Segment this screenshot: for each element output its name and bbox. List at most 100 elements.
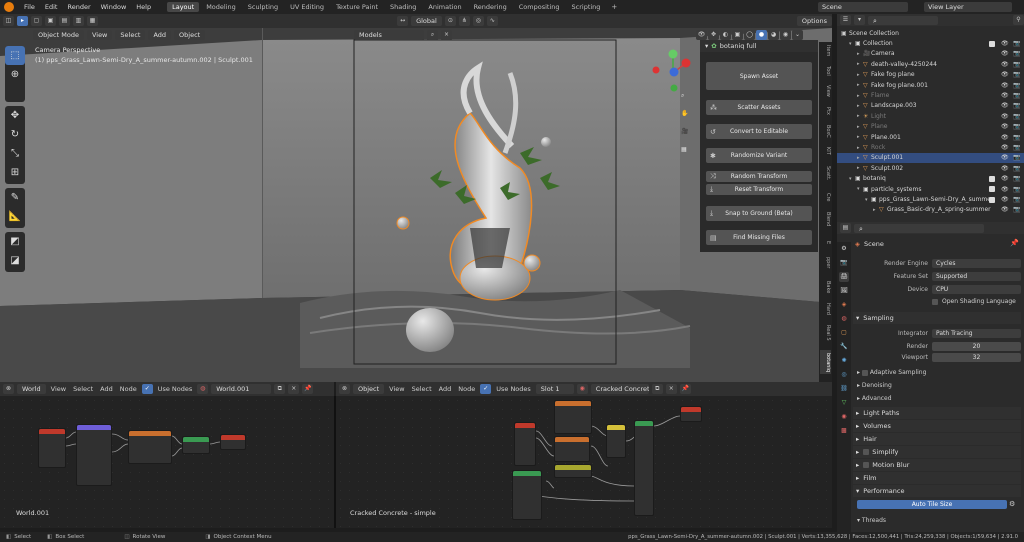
visibility-eye-icon[interactable]: 👁 <box>1001 134 1009 141</box>
outliner-row[interactable]: ▸ ☀ Light 👁 📷 <box>837 111 1024 121</box>
menu-help[interactable]: Help <box>132 3 155 11</box>
render-visibility-icon[interactable]: 📷 <box>1013 102 1020 109</box>
add-workspace-icon[interactable]: + <box>607 3 621 11</box>
mix-node[interactable] <box>606 424 626 458</box>
outliner-row[interactable]: ▾ ▣ pps_Grass_Lawn-Semi-Dry_A_summer 👁 📷 <box>837 194 1024 204</box>
outliner-row[interactable]: ▾ ▣ botaniq 👁 📷 <box>837 174 1024 184</box>
tab-modeling[interactable]: Modeling <box>201 2 241 12</box>
left-menu-node[interactable]: Node <box>118 385 139 393</box>
menu-window[interactable]: Window <box>97 3 131 11</box>
scatter-assets-button[interactable]: ⁂ Scatter Assets <box>706 100 812 115</box>
visibility-eye-icon[interactable]: 👁 <box>1001 92 1009 99</box>
world-shader-type-dropdown[interactable]: World <box>17 384 46 394</box>
transform-tool-icon[interactable]: ⊞ <box>5 163 25 182</box>
performance-panel-header[interactable]: ▾ Performance <box>853 485 1021 497</box>
outliner-row[interactable]: ▸ ▽ Sculpt.001 👁 📷 <box>837 152 1024 164</box>
properties-search-input[interactable]: ⌕ <box>854 223 984 233</box>
visibility-eye-icon[interactable]: 👁 <box>1001 40 1009 47</box>
right-use-nodes-checkbox[interactable]: ✓ <box>480 384 492 394</box>
background-node[interactable] <box>182 436 210 454</box>
visibility-eye-icon[interactable]: 👁 <box>1001 113 1009 120</box>
visibility-eye-icon[interactable]: 👁 <box>1001 186 1009 193</box>
film-panel-header[interactable]: ▸ Film <box>853 472 1021 484</box>
threads-subpanel[interactable]: ▾ Threads <box>857 517 886 524</box>
convert-editable-button[interactable]: ↺ Convert to Editable <box>706 124 812 139</box>
outliner-row[interactable]: ▸ 🎥 Camera 👁 📷 <box>837 49 1024 59</box>
object-shader-type-dropdown[interactable]: Object <box>353 384 385 394</box>
outliner-row[interactable]: ▸ ▽ Sculpt.002 👁 📷 <box>837 163 1024 173</box>
visibility-eye-icon[interactable]: 👁 <box>1001 175 1009 182</box>
outliner-search-input[interactable]: ⌕ <box>868 15 938 25</box>
right-copy-icon[interactable]: ⧉ <box>651 384 663 394</box>
tab-scripting[interactable]: Scripting <box>567 2 606 12</box>
editor-type-icon[interactable]: ◫ <box>3 16 14 26</box>
display-mode-icon[interactable]: ▾ <box>854 15 865 25</box>
tab-boxc[interactable]: BoxC <box>820 122 831 140</box>
denoising-subpanel[interactable]: ▸ Denoising <box>857 382 892 389</box>
tab-compositing[interactable]: Compositing <box>514 2 565 12</box>
scene-tab-icon[interactable]: ◈ <box>839 300 849 310</box>
render-visibility-icon[interactable]: 📷 <box>1013 123 1020 130</box>
random-transform-button[interactable]: ⤨ Random Transform <box>706 171 812 182</box>
visibility-eye-icon[interactable]: 👁 <box>1001 196 1009 203</box>
tab-pper[interactable]: pper <box>820 254 831 272</box>
world-tab-icon[interactable]: ◍ <box>839 314 849 324</box>
texture-tab-icon[interactable]: ▩ <box>839 426 849 436</box>
mode-extend-icon[interactable]: ▣ <box>45 16 56 26</box>
right-menu-select[interactable]: Select <box>410 385 434 393</box>
sampling-panel-header[interactable]: ▾ Sampling <box>853 312 1021 324</box>
tab-uv-editing[interactable]: UV Editing <box>285 2 329 12</box>
visibility-eye-icon[interactable]: 👁 <box>1001 50 1009 57</box>
render-visibility-icon[interactable]: 📷 <box>1013 196 1020 203</box>
light-paths-panel-header[interactable]: ▸ Light Paths <box>853 407 1021 419</box>
material-shading-icon[interactable]: ◕ <box>768 30 779 40</box>
adaptive-sampling-checkbox[interactable] <box>861 369 868 376</box>
material-output-node[interactable] <box>680 406 702 422</box>
right-pin-icon[interactable]: 📌 <box>679 384 691 394</box>
view-layer-tab-icon[interactable]: 🖼 <box>839 286 849 296</box>
menu-file[interactable]: File <box>20 3 39 11</box>
integrator-dropdown[interactable]: Path Tracing <box>932 329 1021 338</box>
left-copy-icon[interactable]: ⧉ <box>274 384 286 394</box>
reset-transform-button[interactable]: ⤓ Reset Transform <box>706 184 812 195</box>
constraints-tab-icon[interactable]: ⛓ <box>839 384 849 394</box>
render-visibility-icon[interactable]: 📷 <box>1013 82 1020 89</box>
render-visibility-icon[interactable]: 📷 <box>1013 40 1020 47</box>
render-visibility-icon[interactable]: 📷 <box>1013 186 1020 193</box>
menu-object[interactable]: Object <box>174 30 206 40</box>
snap-icon[interactable]: ⋔ <box>458 16 470 26</box>
render-visibility-icon[interactable]: 📷 <box>1013 206 1020 213</box>
menu-edit[interactable]: Edit <box>41 3 62 11</box>
pan-icon[interactable]: ✋ <box>681 110 688 117</box>
tab-ptx[interactable]: Ptx <box>820 102 831 120</box>
left-pin-icon[interactable]: 📌 <box>302 384 314 394</box>
osl-checkbox[interactable] <box>932 298 938 305</box>
orientation-dropdown[interactable]: Global <box>411 16 442 26</box>
render-engine-dropdown[interactable]: Cycles <box>932 259 1021 268</box>
left-use-nodes-checkbox[interactable]: ✓ <box>141 384 153 394</box>
tab-texture-paint[interactable]: Texture Paint <box>331 2 383 12</box>
transform-icon[interactable]: ↔ <box>397 16 409 26</box>
zoom-icon[interactable]: ⌕ <box>681 92 684 100</box>
add-cube-icon[interactable]: ◩ <box>5 232 25 251</box>
world-datablock-field[interactable]: World.001 <box>211 384 272 394</box>
randomize-variant-button[interactable]: ✱ Randomize Variant <box>706 148 812 163</box>
rendered-shading-icon[interactable]: ◉ <box>780 30 791 40</box>
options-dropdown[interactable]: Options <box>796 16 832 26</box>
add-object-icon[interactable]: ◪ <box>5 251 25 270</box>
tab-e[interactable]: E <box>820 234 831 252</box>
visibility-eye-icon[interactable]: 👁 <box>1001 61 1009 68</box>
advanced-subpanel[interactable]: ▸ Advanced <box>857 395 892 402</box>
scale-icon[interactable]: ⤡ <box>5 144 25 163</box>
render-visibility-icon[interactable]: 📷 <box>1013 61 1020 68</box>
hair-panel-header[interactable]: ▸ Hair <box>853 433 1021 445</box>
menu-render[interactable]: Render <box>63 3 94 11</box>
overlay-icon[interactable]: ◐ <box>720 30 731 40</box>
outliner-row[interactable]: ▸ ▽ Flame 👁 📷 <box>837 90 1024 100</box>
render-visibility-icon[interactable]: 📷 <box>1013 50 1020 57</box>
outliner-row[interactable]: ▸ ▽ Landscape.003 👁 📷 <box>837 101 1024 111</box>
shading-options-icon[interactable]: ⌄ <box>792 30 803 40</box>
auto-tile-size-button[interactable]: Auto Tile Size <box>857 500 1007 509</box>
left-menu-view[interactable]: View <box>49 385 68 393</box>
scene-selector[interactable]: Scene <box>818 2 908 12</box>
